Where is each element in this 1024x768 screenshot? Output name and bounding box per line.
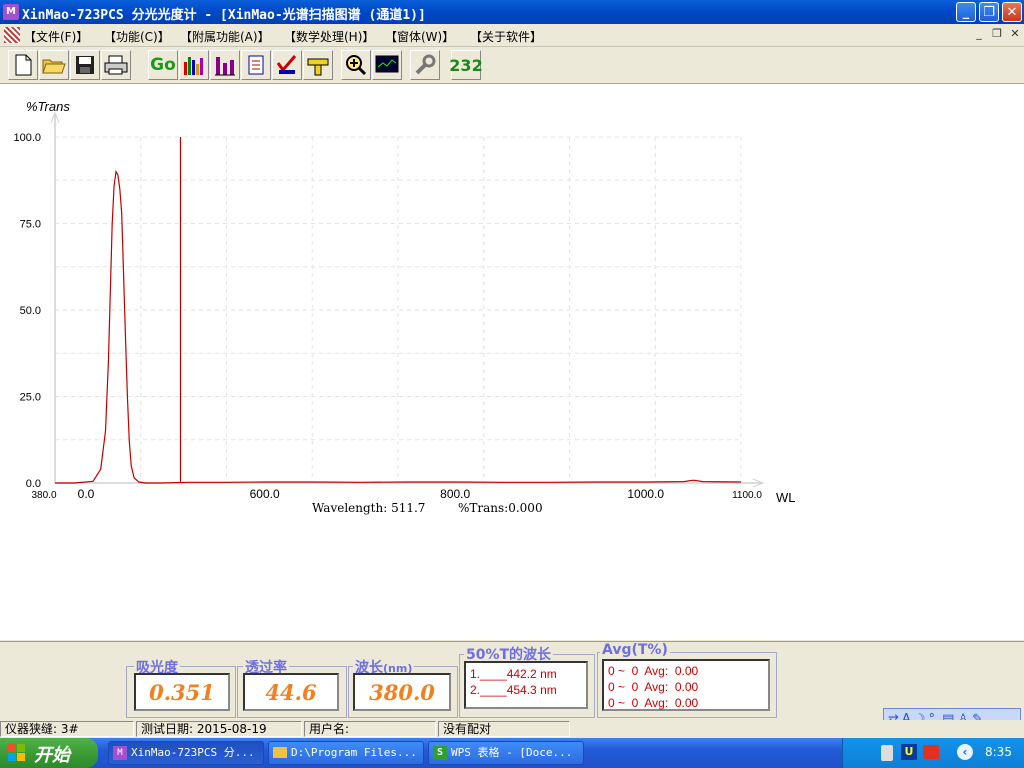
menu-function[interactable]: 【功能(C)】: [104, 28, 170, 45]
start-button[interactable]: 开始: [0, 738, 98, 768]
window-title: XinMao-723PCS 分光光度计 - [XinMao-光谱扫描图谱 (通道…: [22, 8, 426, 23]
avg-label: Avg(T%): [600, 642, 670, 658]
checklist-icon[interactable]: [272, 50, 302, 80]
x-tick-label: 0.0: [78, 487, 95, 501]
save-icon[interactable]: [70, 50, 100, 80]
absorbance-value: 0.351: [134, 673, 230, 711]
folder-icon: [273, 747, 287, 758]
tray-expand-icon[interactable]: ‹: [957, 744, 973, 760]
half-trans-item: 1.____442.2 nm: [470, 667, 557, 681]
task-label: XinMao-723PCS 分...: [131, 746, 255, 759]
y-tick-label: 50.0: [20, 305, 41, 317]
taskbar: 开始 M XinMao-723PCS 分... D:\Program Files…: [0, 738, 1024, 768]
x-axis-label: WL: [776, 490, 796, 505]
status-user: 用户名:: [304, 721, 436, 737]
start-label: 开始: [34, 745, 70, 766]
transmittance-value: 44.6: [243, 673, 339, 711]
x-tick-label: 380.0: [31, 490, 56, 501]
spectrum-chart-panel[interactable]: 100.0 75.0 50.0 25.0 0.0 380.0 0.0 600.0 800.0 10…: [0, 84, 1024, 640]
menu-accessory[interactable]: 【附属功能(A)】: [180, 28, 270, 45]
app-logo-icon[interactable]: M: [3, 4, 19, 20]
status-slit: 仪器狭缝: 3#: [0, 721, 134, 737]
mdi-restore-icon[interactable]: ❐: [990, 27, 1004, 41]
windows-logo-icon: [8, 744, 26, 762]
system-tray: U ‹ 8:35: [842, 738, 1024, 768]
notebook-icon[interactable]: [241, 50, 271, 80]
minimize-button[interactable]: _: [956, 2, 976, 22]
status-date: 测试日期: 2015-08-19: [136, 721, 302, 737]
open-folder-icon[interactable]: [39, 50, 69, 80]
task-label: WPS 表格 - [Doce...: [451, 746, 573, 759]
x-tick-label: 1100.0: [732, 490, 762, 501]
toolbar: Go 232: [0, 47, 1024, 84]
restore-button[interactable]: ❐: [979, 2, 999, 22]
wavelength-readout: Wavelength: 511.7: [312, 501, 426, 515]
trans-readout: %Trans:0.000: [458, 501, 543, 515]
task-explorer[interactable]: D:\Program Files...: [268, 741, 424, 765]
x-tick-label: 600.0: [250, 487, 280, 501]
network-icon[interactable]: [923, 745, 939, 759]
menu-window[interactable]: 【窗体(W)】: [385, 28, 454, 45]
x-tick-label: 1000.0: [627, 487, 664, 501]
task-label: D:\Program Files...: [291, 746, 417, 759]
clock: 8:35: [985, 745, 1012, 759]
go-icon[interactable]: Go: [148, 50, 178, 80]
menu-math[interactable]: 【数学处理(H)】: [284, 28, 374, 45]
title-bar[interactable]: M XinMao-723PCS 分光光度计 - [XinMao-光谱扫描图谱 (…: [0, 0, 1024, 24]
y-tick-label: 0.0: [26, 478, 41, 490]
half-trans-list: 1.____442.2 nm 2.____454.3 nm: [464, 661, 588, 709]
wavelength-value: 380.0: [353, 673, 451, 711]
mdi-close-icon[interactable]: ✕: [1008, 27, 1022, 41]
close-button[interactable]: ✕: [1002, 2, 1022, 22]
serial-232-icon[interactable]: 232: [449, 50, 483, 80]
new-file-icon[interactable]: [8, 50, 38, 80]
print-icon[interactable]: [101, 50, 131, 80]
avg-item: 0 ~ 0 Avg: 0.00: [608, 696, 699, 710]
avg-list: 0 ~ 0 Avg: 0.00 0 ~ 0 Avg: 0.00 0 ~ 0 Av…: [602, 659, 770, 711]
y-axis-label: %Trans: [26, 99, 70, 114]
antivirus-icon[interactable]: U: [901, 744, 917, 760]
menu-bar: 【文件(F)】 【功能(C)】 【附属功能(A)】 【数学处理(H)】 【窗体(…: [0, 24, 1024, 47]
task-wps[interactable]: S WPS 表格 - [Doce...: [428, 741, 584, 765]
y-tick-label: 25.0: [20, 392, 41, 404]
wps-sheet-icon: S: [433, 746, 447, 760]
readings-panel: 吸光度 0.351 透过率 44.6 波长(nm) 380.0 50%T的波长 …: [0, 641, 1024, 730]
x-tick-label: 800.0: [440, 487, 470, 501]
y-tick-label: 100.0: [13, 132, 41, 144]
avg-item: 0 ~ 0 Avg: 0.00: [608, 664, 699, 678]
status-bar: 仪器狭缝: 3# 测试日期: 2015-08-19 用户名: 没有配对: [0, 720, 1024, 738]
spectrum-chart[interactable]: 100.075.050.025.00.0380.0 0.0 600.0 800.0 10…: [0, 84, 1024, 640]
avg-item: 0 ~ 0 Avg: 0.00: [608, 680, 699, 694]
zoom-icon[interactable]: [341, 50, 371, 80]
status-pairing: 没有配对: [438, 721, 570, 737]
ruler-icon[interactable]: [303, 50, 333, 80]
mdi-minimize-icon[interactable]: _: [972, 27, 986, 41]
y-tick-label: 75.0: [20, 219, 41, 231]
bar-chart-icon[interactable]: [179, 50, 209, 80]
document-icon[interactable]: [4, 27, 20, 43]
app-logo-icon: M: [113, 746, 127, 760]
wrench-icon[interactable]: [410, 50, 440, 80]
histogram-icon[interactable]: [210, 50, 240, 80]
half-trans-item: 2.____454.3 nm: [470, 683, 557, 697]
menu-about[interactable]: 【关于软件】: [470, 28, 542, 45]
menu-file[interactable]: 【文件(F)】: [24, 28, 88, 45]
usb-icon[interactable]: [881, 745, 893, 761]
task-xinmao[interactable]: M XinMao-723PCS 分...: [108, 741, 264, 765]
monitor-chart-icon[interactable]: [372, 50, 402, 80]
